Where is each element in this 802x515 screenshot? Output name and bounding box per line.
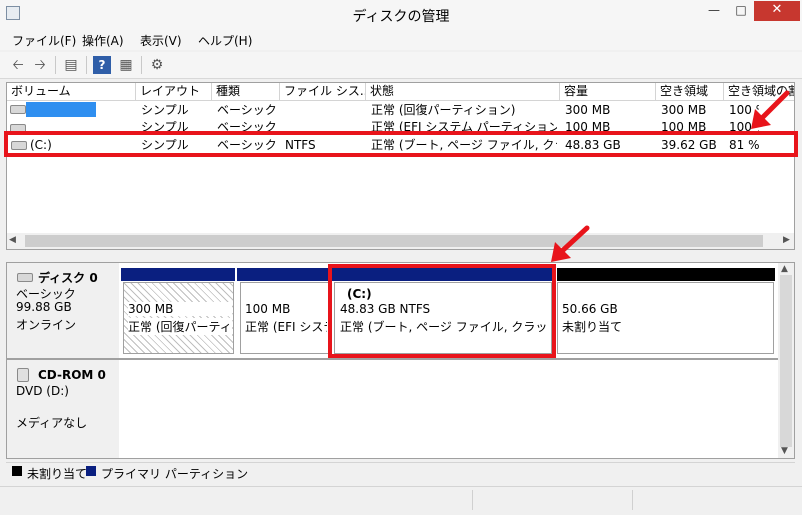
redacted-volume-name (26, 102, 96, 117)
col-type[interactable]: 種類 (212, 83, 280, 101)
scroll-up-icon[interactable]: ▲ (781, 264, 788, 274)
legend-unallocated-swatch (12, 466, 22, 476)
menu-view[interactable]: 表示(V) (140, 32, 182, 49)
help-icon[interactable]: ? (93, 56, 111, 74)
disk0-name[interactable]: ディスク 0 (38, 269, 98, 286)
toolbar-separator (141, 56, 142, 74)
annotation-arrow-icon (751, 90, 790, 129)
scroll-down-icon[interactable]: ▼ (781, 446, 788, 456)
partition-bar-primary (237, 268, 329, 281)
disk0-size: 99.88 GB (16, 300, 72, 314)
row1-capacity[interactable]: 300 MB (565, 102, 610, 118)
partition-unallocated-size: 50.66 GB (562, 302, 618, 316)
cdrom0-name[interactable]: CD-ROM 0 (38, 368, 106, 382)
annotation-highlight-row (4, 131, 798, 157)
legend-primary-label: プライマリ パーティション (101, 467, 249, 481)
window-title: ディスクの管理 (352, 9, 450, 25)
maximize-button[interactable]: □ (730, 1, 752, 21)
legend-unallocated-label: 未割り当て (27, 467, 88, 481)
forward-arrow-icon[interactable]: 🡢 (31, 56, 49, 74)
scroll-left-icon[interactable]: ◀ (9, 235, 16, 245)
status-bar-separator (472, 490, 473, 510)
menu-file[interactable]: ファイル(F) (12, 32, 76, 49)
drive-icon (10, 105, 26, 114)
row1-layout[interactable]: シンプル (141, 102, 189, 118)
properties-icon[interactable]: ▦ (117, 56, 135, 74)
scrollbar-thumb[interactable] (25, 235, 763, 247)
cdrom0-type: DVD (D:) (16, 384, 69, 398)
partition-efi-size: 100 MB (245, 302, 291, 316)
col-status[interactable]: 状態 (366, 83, 560, 101)
close-button[interactable]: ✕ (754, 1, 800, 21)
disk-row-separator (7, 358, 794, 360)
toolbar-separator (55, 56, 56, 74)
annotation-highlight-partition (328, 264, 556, 358)
col-capacity[interactable]: 容量 (560, 83, 656, 101)
scrollbar-thumb[interactable] (780, 275, 792, 447)
cdrom-icon (17, 368, 29, 382)
col-layout[interactable]: レイアウト (136, 83, 212, 101)
settings-icon[interactable]: ⚙ (148, 56, 166, 74)
partition-bar-unallocated (557, 268, 775, 281)
back-arrow-icon[interactable]: 🡠 (9, 56, 27, 74)
row1-free[interactable]: 300 MB (661, 102, 706, 118)
annotation-arrow-icon (551, 225, 590, 262)
toolbar-separator (86, 56, 87, 74)
cdrom0-state: メディアなし (16, 416, 88, 430)
col-filesystem[interactable]: ファイル シス... (280, 83, 366, 101)
status-bar-separator (632, 490, 633, 510)
menu-action[interactable]: 操作(A) (82, 32, 124, 49)
partition-recovery-size: 300 MB (128, 302, 232, 316)
partition-unallocated-status: 未割り当て (562, 320, 623, 334)
disk0-state: オンライン (16, 318, 77, 332)
scroll-right-icon[interactable]: ▶ (783, 235, 790, 245)
partition-bar-primary (121, 268, 235, 281)
disk-icon (17, 273, 33, 282)
status-bar (0, 486, 802, 515)
row1-status[interactable]: 正常 (回復パーティション) (371, 102, 557, 118)
partition-efi-status: 正常 (EFI システム パーティション) (245, 320, 327, 334)
col-free[interactable]: 空き領域 (656, 83, 724, 101)
col-volume[interactable]: ボリューム (7, 83, 136, 101)
partition-recovery-status: 正常 (回復パーティション) (128, 318, 232, 335)
row1-type[interactable]: ベーシック (217, 102, 277, 118)
show-hide-console-icon[interactable]: ▤ (62, 56, 80, 74)
legend-primary-swatch (86, 466, 96, 476)
menu-help[interactable]: ヘルプ(H) (198, 32, 252, 49)
minimize-button[interactable]: — (703, 1, 725, 21)
